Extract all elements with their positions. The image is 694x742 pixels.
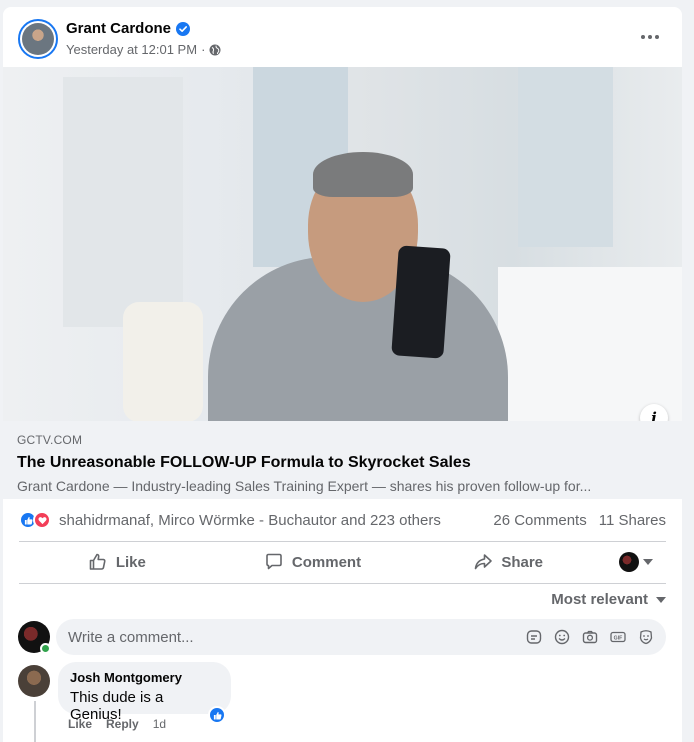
link-preview-image[interactable]	[3, 67, 682, 421]
comment-icon	[266, 553, 282, 570]
emoji-icon[interactable]	[554, 629, 570, 645]
commenter-avatar[interactable]	[18, 665, 50, 697]
comment-bubble: Josh Montgomery This dude is a Genius!	[58, 662, 231, 723]
reaction-names[interactable]: shahidrmanaf, Mirco Wörmke - Buchautor a…	[59, 512, 441, 529]
comment-like-link[interactable]: Like	[68, 717, 92, 731]
shares-count[interactable]: 11 Shares	[599, 512, 666, 529]
reaction-icons[interactable]	[19, 511, 51, 529]
thread-line	[34, 701, 36, 742]
thumbs-up-icon	[89, 553, 106, 570]
post-stats: shahidrmanaf, Mirco Wörmke - Buchautor a…	[3, 500, 682, 540]
svg-text:GIF: GIF	[614, 635, 623, 641]
viewer-avatar	[619, 552, 640, 572]
comment-reply-link[interactable]: Reply	[106, 717, 139, 731]
more-options-icon[interactable]	[638, 28, 662, 46]
post-timestamp[interactable]: Yesterday at 12:01 PM	[66, 42, 197, 57]
chevron-down-icon	[643, 559, 654, 565]
comment-actions: Like Reply 1d	[68, 717, 166, 731]
link-description: Grant Cardone — Industry-leading Sales T…	[17, 478, 592, 494]
author-avatar[interactable]	[18, 19, 58, 59]
link-title: The Unreasonable FOLLOW-UP Formula to Sk…	[17, 454, 471, 471]
comment-input[interactable]	[68, 628, 526, 646]
share-icon	[475, 554, 493, 570]
author-name-row: Grant Cardone	[66, 20, 191, 37]
globe-icon[interactable]	[209, 44, 221, 56]
like-button-label: Like	[115, 553, 146, 571]
post-as-selector[interactable]	[606, 552, 666, 572]
meta-separator: ·	[201, 42, 206, 57]
action-bar: Like Comment Share	[19, 542, 666, 582]
comment-age[interactable]: 1d	[153, 717, 166, 731]
comment-sort-label: Most relevant	[551, 591, 648, 608]
camera-icon[interactable]	[582, 629, 598, 645]
share-button-label: Share	[501, 553, 544, 571]
post-header: Grant Cardone Yesterday at 12:01 PM ·	[3, 7, 682, 67]
like-button[interactable]: Like	[19, 544, 215, 580]
comment-button[interactable]: Comment	[215, 544, 411, 580]
post-meta: Yesterday at 12:01 PM ·	[66, 42, 221, 57]
love-reaction-icon	[33, 511, 51, 529]
author-avatar-image	[22, 23, 54, 55]
comment-sort-dropdown[interactable]: Most relevant	[551, 591, 666, 608]
verified-badge-icon	[176, 21, 191, 36]
chevron-down-icon	[656, 596, 666, 603]
gif-icon[interactable]: GIF	[610, 629, 626, 645]
divider	[19, 583, 666, 584]
stats-right: 26 Comments 11 Shares	[493, 512, 666, 529]
comment-button-label: Comment	[291, 553, 362, 571]
comment-like-reaction-icon[interactable]	[208, 706, 226, 724]
comment-composer[interactable]: GIF	[56, 619, 666, 655]
commenter-name[interactable]: Josh Montgomery	[70, 670, 219, 685]
online-status-dot	[40, 643, 51, 654]
link-preview[interactable]: GCTV.COM The Unreasonable FOLLOW-UP Form…	[3, 421, 682, 499]
avatar-sticker-icon[interactable]	[638, 629, 654, 645]
share-button[interactable]: Share	[410, 544, 606, 580]
link-domain: GCTV.COM	[17, 433, 83, 447]
comments-count[interactable]: 26 Comments	[493, 512, 586, 529]
author-name[interactable]: Grant Cardone	[66, 20, 171, 37]
post-card: Grant Cardone Yesterday at 12:01 PM · i …	[3, 7, 682, 742]
composer-icons: GIF	[526, 629, 666, 645]
sticker-icon[interactable]	[526, 629, 542, 645]
